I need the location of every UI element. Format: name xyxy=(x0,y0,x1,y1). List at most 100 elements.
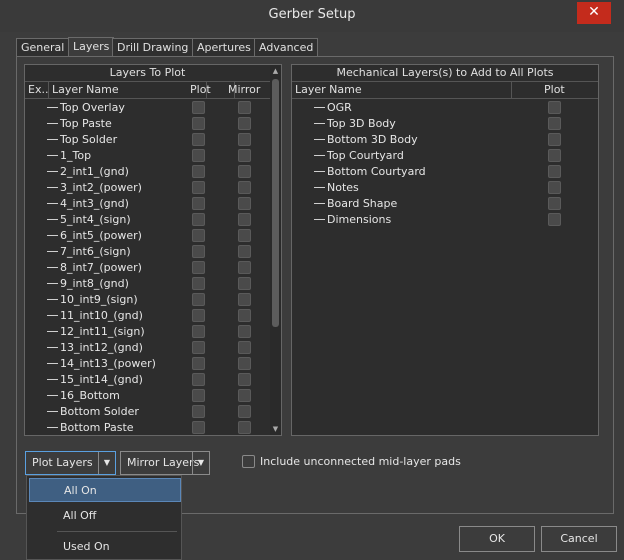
plot-checkbox[interactable] xyxy=(192,197,205,210)
mech-column-layer-name[interactable]: Layer Name xyxy=(292,82,512,99)
layer-row[interactable]: 3_int2_(power) xyxy=(25,180,281,196)
cancel-button[interactable]: Cancel xyxy=(541,526,617,552)
mech-layer-row[interactable]: Top 3D Body xyxy=(292,116,598,132)
mech-plot-checkbox[interactable] xyxy=(548,213,561,226)
mirror-checkbox[interactable] xyxy=(238,277,251,290)
plot-checkbox[interactable] xyxy=(192,389,205,402)
mirror-checkbox[interactable] xyxy=(238,325,251,338)
menu-item-used-on[interactable]: Used On xyxy=(29,535,181,559)
plot-checkbox[interactable] xyxy=(192,229,205,242)
layer-row[interactable]: 14_int13_(power) xyxy=(25,356,281,372)
mech-plot-checkbox[interactable] xyxy=(548,165,561,178)
layer-row[interactable]: 1_Top xyxy=(25,148,281,164)
mech-layer-row[interactable]: OGR xyxy=(292,100,598,116)
layer-row[interactable]: 13_int12_(gnd) xyxy=(25,340,281,356)
mirror-checkbox[interactable] xyxy=(238,405,251,418)
mirror-layers-dropdown[interactable]: Mirror Layers ▼ xyxy=(120,451,210,475)
layer-row[interactable]: 8_int7_(power) xyxy=(25,260,281,276)
ok-button[interactable]: OK xyxy=(459,526,535,552)
layer-row[interactable]: 12_int11_(sign) xyxy=(25,324,281,340)
mech-plot-checkbox[interactable] xyxy=(548,197,561,210)
mirror-checkbox[interactable] xyxy=(238,293,251,306)
mech-plot-checkbox[interactable] xyxy=(548,149,561,162)
mirror-checkbox[interactable] xyxy=(238,149,251,162)
chevron-down-icon[interactable]: ▼ xyxy=(98,452,115,474)
mirror-checkbox[interactable] xyxy=(238,373,251,386)
mech-plot-checkbox[interactable] xyxy=(548,181,561,194)
plot-checkbox[interactable] xyxy=(192,149,205,162)
column-expand[interactable]: Ex... xyxy=(25,82,49,99)
plot-layers-dropdown[interactable]: Plot Layers ▼ xyxy=(25,451,116,475)
layer-row[interactable]: 16_Bottom xyxy=(25,388,281,404)
layer-row[interactable]: 15_int14_(gnd) xyxy=(25,372,281,388)
mirror-checkbox[interactable] xyxy=(238,341,251,354)
plot-checkbox[interactable] xyxy=(192,357,205,370)
mirror-checkbox[interactable] xyxy=(238,389,251,402)
plot-checkbox[interactable] xyxy=(192,373,205,386)
mirror-checkbox[interactable] xyxy=(238,357,251,370)
layer-row[interactable]: Bottom Solder xyxy=(25,404,281,420)
mirror-checkbox[interactable] xyxy=(238,213,251,226)
tab-drill-drawing[interactable]: Drill Drawing xyxy=(112,38,194,57)
include-unconnected-checkbox[interactable] xyxy=(242,455,255,468)
mirror-checkbox[interactable] xyxy=(238,117,251,130)
column-mirror[interactable]: Mirror xyxy=(225,82,272,99)
mech-layer-row[interactable]: Dimensions xyxy=(292,212,598,228)
mirror-checkbox[interactable] xyxy=(238,101,251,114)
plot-checkbox[interactable] xyxy=(192,405,205,418)
close-button[interactable]: ✕ xyxy=(577,2,611,24)
mirror-checkbox[interactable] xyxy=(238,197,251,210)
mirror-checkbox[interactable] xyxy=(238,421,251,434)
tab-apertures[interactable]: Apertures xyxy=(192,38,256,57)
layer-row[interactable]: 2_int1_(gnd) xyxy=(25,164,281,180)
layer-row[interactable]: 11_int10_(gnd) xyxy=(25,308,281,324)
tab-advanced[interactable]: Advanced xyxy=(254,38,319,57)
plot-checkbox[interactable] xyxy=(192,213,205,226)
plot-checkbox[interactable] xyxy=(192,309,205,322)
layer-row[interactable]: 6_int5_(power) xyxy=(25,228,281,244)
mech-layer-row[interactable]: Bottom Courtyard xyxy=(292,164,598,180)
mirror-checkbox[interactable] xyxy=(238,261,251,274)
plot-checkbox[interactable] xyxy=(192,181,205,194)
mech-plot-checkbox[interactable] xyxy=(548,101,561,114)
mirror-checkbox[interactable] xyxy=(238,181,251,194)
plot-checkbox[interactable] xyxy=(192,133,205,146)
plot-checkbox[interactable] xyxy=(192,101,205,114)
scroll-thumb[interactable] xyxy=(272,79,279,327)
mech-layer-row[interactable]: Top Courtyard xyxy=(292,148,598,164)
layer-row[interactable]: 5_int4_(sign) xyxy=(25,212,281,228)
layer-row[interactable]: Top Solder xyxy=(25,132,281,148)
scroll-down-icon[interactable]: ▼ xyxy=(270,424,281,434)
plot-checkbox[interactable] xyxy=(192,341,205,354)
tab-general[interactable]: General xyxy=(16,38,70,57)
menu-item-all-on[interactable]: All On xyxy=(29,478,181,502)
mech-layer-row[interactable]: Notes xyxy=(292,180,598,196)
tab-layers[interactable]: Layers xyxy=(68,37,115,58)
plot-checkbox[interactable] xyxy=(192,165,205,178)
mech-column-plot[interactable]: Plot xyxy=(512,82,598,99)
plot-checkbox[interactable] xyxy=(192,117,205,130)
layer-row[interactable]: 7_int6_(sign) xyxy=(25,244,281,260)
plot-checkbox[interactable] xyxy=(192,421,205,434)
layer-row[interactable]: 10_int9_(sign) xyxy=(25,292,281,308)
mirror-checkbox[interactable] xyxy=(238,133,251,146)
mech-plot-checkbox[interactable] xyxy=(548,117,561,130)
layer-row[interactable]: 4_int3_(gnd) xyxy=(25,196,281,212)
chevron-down-icon[interactable]: ▼ xyxy=(192,452,209,474)
layer-row[interactable]: Top Overlay xyxy=(25,100,281,116)
plot-checkbox[interactable] xyxy=(192,261,205,274)
layer-row[interactable]: Top Paste xyxy=(25,116,281,132)
plot-checkbox[interactable] xyxy=(192,325,205,338)
mech-plot-checkbox[interactable] xyxy=(548,133,561,146)
scroll-up-icon[interactable]: ▲ xyxy=(270,66,281,76)
layers-scrollbar[interactable]: ▲ ▼ xyxy=(270,65,281,435)
layer-row[interactable]: 9_int8_(gnd) xyxy=(25,276,281,292)
column-layer-name[interactable]: Layer Name xyxy=(49,82,207,99)
plot-checkbox[interactable] xyxy=(192,293,205,306)
mech-layer-row[interactable]: Board Shape xyxy=(292,196,598,212)
layer-row[interactable]: Bottom Paste xyxy=(25,420,281,435)
menu-item-all-off[interactable]: All Off xyxy=(29,504,181,528)
mirror-checkbox[interactable] xyxy=(238,229,251,242)
plot-checkbox[interactable] xyxy=(192,245,205,258)
mech-layer-row[interactable]: Bottom 3D Body xyxy=(292,132,598,148)
